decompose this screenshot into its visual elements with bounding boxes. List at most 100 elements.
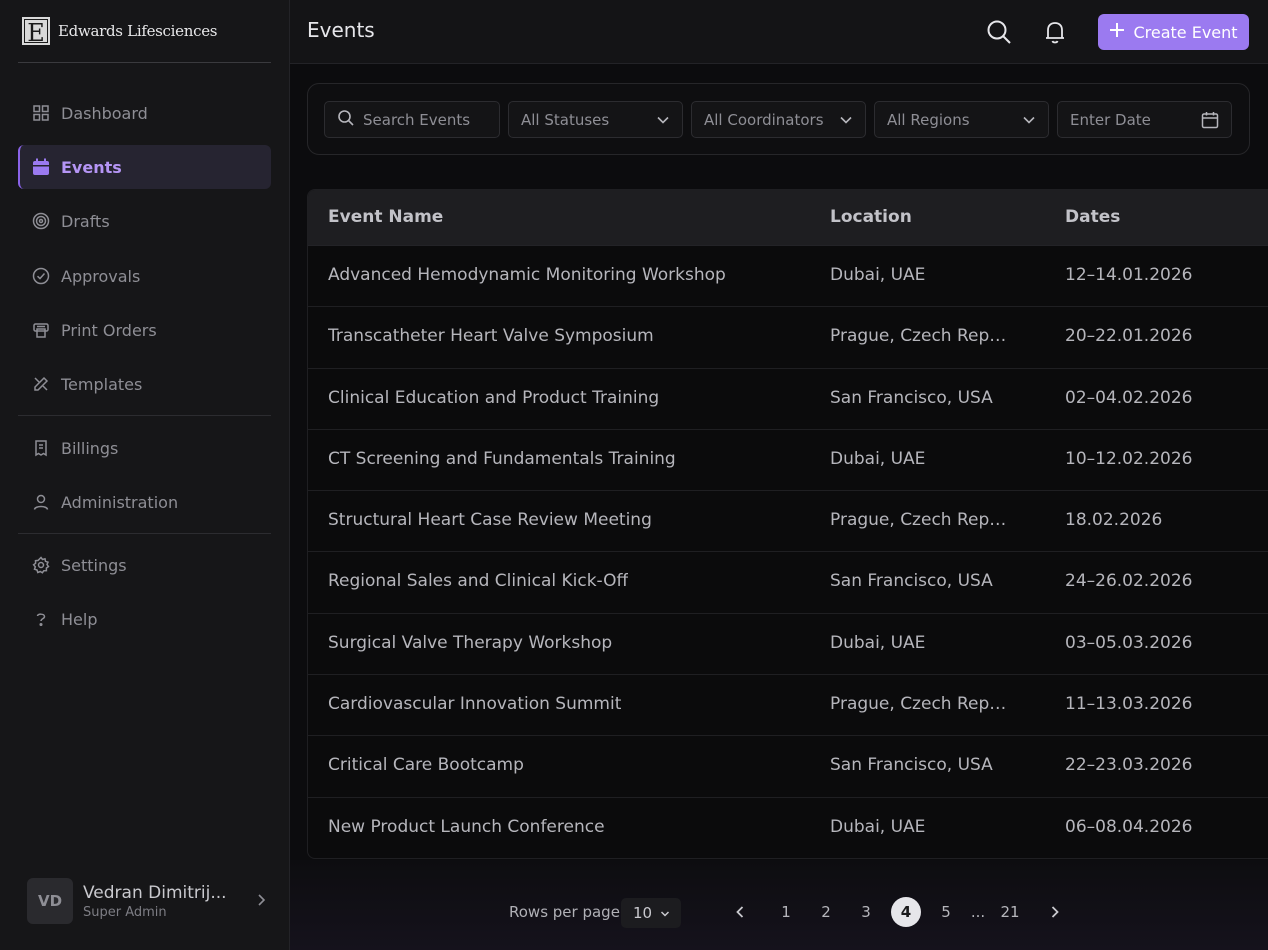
target-icon: [31, 211, 51, 231]
location-cell: Prague, Czech Rep…: [830, 326, 1007, 347]
dates-cell: 20–22.01.2026: [1065, 326, 1193, 347]
event-name-cell: CT Screening and Fundamentals Training: [328, 448, 676, 469]
page-button[interactable]: 4: [891, 897, 921, 927]
plus-icon: [1109, 22, 1125, 42]
dates-cell: 18.02.2026: [1065, 510, 1163, 531]
location-cell: Dubai, UAE: [830, 632, 926, 653]
search-icon[interactable]: [984, 17, 1014, 47]
location-cell: San Francisco, USA: [830, 571, 993, 592]
brand-logo: E: [22, 17, 50, 47]
table-row[interactable]: Critical Care Bootcamp San Francisco, USA…: [308, 736, 1268, 798]
pencil-ruler-icon: [31, 374, 51, 394]
sidebar-item-dashboard[interactable]: Dashboard: [18, 91, 271, 135]
user-name: Vedran Dimitrij...: [83, 882, 227, 903]
status-value: All Statuses: [521, 110, 610, 129]
event-name-cell: Structural Heart Case Review Meeting: [328, 510, 652, 531]
avatar: VD: [27, 878, 73, 924]
sidebar-item-label: Events: [61, 157, 122, 177]
grid-icon: [31, 103, 51, 123]
help-icon: [31, 609, 51, 629]
sidebar-item-events[interactable]: Events: [18, 145, 271, 189]
status-select[interactable]: All Statuses: [508, 101, 683, 138]
table-row[interactable]: Clinical Education and Product Training S…: [308, 369, 1268, 430]
divider: [18, 415, 271, 416]
date-input[interactable]: Enter Date: [1057, 101, 1232, 138]
sidebar-item-print-orders[interactable]: Print Orders: [18, 308, 271, 352]
column-header[interactable]: Dates: [1065, 207, 1120, 227]
sidebar-item-label: Print Orders: [61, 320, 157, 340]
filter-bar: Search Events All Statuses All Coordinat…: [307, 83, 1250, 155]
table-row[interactable]: Transcatheter Heart Valve Symposium Pragu…: [308, 307, 1268, 369]
sidebar-item-label: Help: [61, 609, 98, 629]
page-button[interactable]: 21: [995, 897, 1025, 927]
header: Events Create Event: [290, 0, 1268, 64]
calendar-icon: [31, 157, 51, 177]
event-name-cell: Critical Care Bootcamp: [328, 755, 524, 776]
chevron-down-icon: [839, 115, 853, 125]
page-button[interactable]: 1: [771, 897, 801, 927]
next-page-button[interactable]: [1040, 897, 1070, 927]
event-name-cell: Advanced Hemodynamic Monitoring Workshop: [328, 265, 726, 285]
search-placeholder: Search Events: [363, 110, 471, 129]
dates-cell: 12–14.01.2026: [1065, 265, 1193, 285]
calendar-icon: [1201, 111, 1219, 129]
chevron-down-icon: [656, 115, 670, 125]
sidebar-item-drafts[interactable]: Drafts: [18, 199, 271, 243]
table-row[interactable]: CT Screening and Fundamentals Training Du…: [308, 430, 1268, 492]
sidebar-item-label: Billings: [61, 438, 119, 458]
sidebar-item-label: Approvals: [61, 266, 141, 286]
prev-page-button[interactable]: [725, 897, 755, 927]
user-profile[interactable]: VD Vedran Dimitrij... Super Admin: [27, 877, 267, 925]
page-button[interactable]: 2: [811, 897, 841, 927]
dates-cell: 02–04.02.2026: [1065, 387, 1193, 408]
rows-per-page-select[interactable]: 10: [621, 898, 681, 928]
chevron-right-icon[interactable]: [255, 892, 267, 911]
event-name-cell: Clinical Education and Product Training: [328, 387, 660, 408]
column-header[interactable]: Location: [830, 207, 912, 227]
chevron-down-icon: [660, 904, 670, 922]
location-cell: Prague, Czech Rep…: [830, 694, 1007, 715]
sidebar-item-label: Settings: [61, 555, 127, 575]
user-role: Super Admin: [83, 904, 167, 920]
search-events-input[interactable]: Search Events: [324, 101, 500, 138]
bell-icon[interactable]: [1040, 17, 1070, 47]
table-row[interactable]: Structural Heart Case Review Meeting Prag…: [308, 491, 1268, 553]
page-ellipsis: ...: [970, 903, 986, 921]
page-button[interactable]: 3: [851, 897, 881, 927]
sidebar-item-administration[interactable]: Administration: [18, 480, 271, 524]
sidebar: E Edwards Lifesciences Dashboard Events …: [0, 0, 290, 950]
table-row[interactable]: Advanced Hemodynamic Monitoring Workshop…: [308, 246, 1268, 308]
sidebar-item-help[interactable]: Help: [18, 597, 271, 641]
location-cell: Dubai, UAE: [830, 265, 926, 285]
event-name-cell: Regional Sales and Clinical Kick-Off: [328, 571, 629, 592]
region-select[interactable]: All Regions: [874, 101, 1049, 138]
column-header[interactable]: Event Name: [328, 207, 443, 227]
location-cell: San Francisco, USA: [830, 387, 993, 408]
location-cell: San Francisco, USA: [830, 755, 993, 776]
table-row[interactable]: New Product Launch Conference Dubai, UAE 0…: [308, 798, 1268, 858]
sidebar-item-label: Administration: [61, 492, 179, 512]
sidebar-item-label: Drafts: [61, 211, 110, 231]
date-placeholder: Enter Date: [1070, 110, 1151, 129]
event-name-cell: New Product Launch Conference: [328, 816, 605, 837]
sidebar-item-settings[interactable]: Settings: [18, 543, 271, 587]
sidebar-item-approvals[interactable]: Approvals: [18, 254, 271, 298]
coordinator-value: All Coordinators: [704, 110, 824, 129]
rows-per-page-value: 10: [633, 904, 653, 922]
event-name-cell: Transcatheter Heart Valve Symposium: [328, 326, 654, 347]
table-row[interactable]: Regional Sales and Clinical Kick-Off San …: [308, 552, 1268, 614]
gear-icon: [31, 555, 51, 575]
check-circle-icon: [31, 266, 51, 286]
table-body: Advanced Hemodynamic Monitoring Workshop…: [308, 246, 1268, 858]
table-row[interactable]: Surgical Valve Therapy Workshop Dubai, UA…: [308, 614, 1268, 676]
sidebar-item-templates[interactable]: Templates: [18, 362, 271, 406]
user-info: Vedran Dimitrij... Super Admin: [83, 883, 233, 920]
table-row[interactable]: Cardiovascular Innovation Summit Prague, …: [308, 675, 1268, 737]
page-button[interactable]: 5: [931, 897, 961, 927]
dates-cell: 24–26.02.2026: [1065, 571, 1193, 592]
sidebar-item-billings[interactable]: Billings: [18, 426, 271, 470]
coordinator-select[interactable]: All Coordinators: [691, 101, 866, 138]
create-event-button[interactable]: Create Event: [1098, 14, 1249, 50]
dates-cell: 10–12.02.2026: [1065, 448, 1193, 469]
brand[interactable]: E Edwards Lifesciences: [22, 17, 217, 47]
